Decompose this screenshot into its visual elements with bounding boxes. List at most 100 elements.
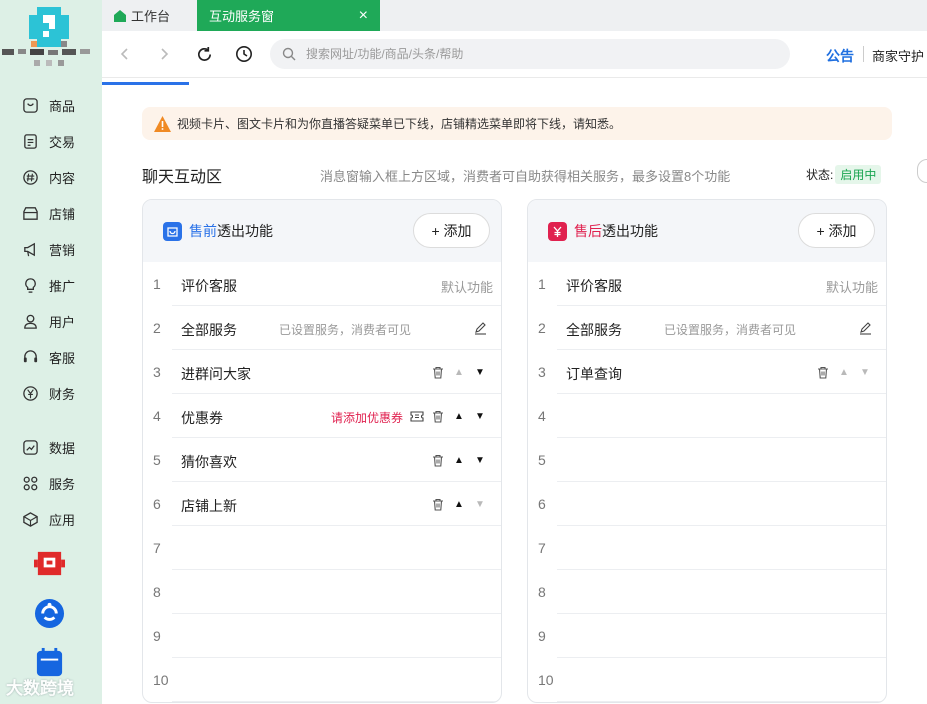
close-icon[interactable]: × bbox=[359, 7, 368, 24]
chevron-left-icon bbox=[120, 48, 128, 60]
row-index: 8 bbox=[538, 584, 546, 600]
sidebar-item-app[interactable]: 应用 bbox=[0, 503, 102, 535]
sidebar-item-data[interactable]: 数据 bbox=[0, 431, 102, 463]
search-bar[interactable] bbox=[270, 39, 790, 69]
function-name: 店铺上新 bbox=[181, 498, 237, 514]
delete-icon[interactable] bbox=[429, 364, 447, 380]
delete-icon[interactable] bbox=[429, 408, 447, 424]
move-up-icon[interactable]: ▲ bbox=[450, 408, 468, 424]
search-input[interactable] bbox=[306, 47, 746, 61]
refresh-button[interactable] bbox=[191, 41, 217, 67]
sidebar-item-promotion[interactable]: 推广 bbox=[0, 269, 102, 301]
list-item: 6 bbox=[528, 482, 886, 526]
active-underline bbox=[102, 82, 189, 85]
list-item: 3 进群问大家 ▲ ▼ bbox=[143, 350, 501, 394]
row-index: 4 bbox=[538, 408, 546, 424]
toggle-switch[interactable] bbox=[917, 159, 927, 183]
title-rest: 透出功能 bbox=[602, 223, 658, 239]
home-icon bbox=[114, 9, 126, 22]
function-name: 全部服务 bbox=[181, 322, 237, 338]
list-item: 10 bbox=[528, 658, 886, 702]
delete-icon[interactable] bbox=[814, 364, 832, 380]
presale-panel-header: 售前透出功能 + 添加 bbox=[143, 200, 501, 262]
sidebar-item-service[interactable]: 服务 bbox=[0, 467, 102, 499]
sidebar-item-label: 服务 bbox=[49, 476, 76, 492]
marketing-icon bbox=[24, 242, 35, 256]
content-icon bbox=[23, 169, 38, 185]
list-item: 7 bbox=[143, 526, 501, 570]
presale-bag-icon bbox=[163, 221, 182, 241]
list-item: 5 猜你喜欢 ▲ ▼ bbox=[143, 438, 501, 482]
move-up-icon[interactable]: ▲ bbox=[450, 496, 468, 512]
function-name: 订单查询 bbox=[566, 366, 622, 382]
row-actions: ▲ ▼ bbox=[426, 496, 489, 512]
move-down-icon[interactable]: ▼ bbox=[471, 408, 489, 424]
function-name: 评价客服 bbox=[566, 278, 622, 294]
sidebar-item-label: 客服 bbox=[49, 350, 76, 366]
sidebar-item-product[interactable]: 商品 bbox=[0, 89, 102, 121]
sidebar-item-label: 数据 bbox=[49, 440, 76, 456]
shop-icon bbox=[23, 206, 38, 220]
move-down-icon[interactable]: ▼ bbox=[471, 364, 489, 380]
delete-icon[interactable] bbox=[429, 452, 447, 468]
tab-workbench[interactable]: 工作台 bbox=[102, 0, 197, 31]
row-index: 2 bbox=[153, 320, 161, 336]
aftersale-add-button[interactable]: + 添加 bbox=[798, 213, 875, 248]
edit-icon[interactable] bbox=[471, 320, 489, 336]
row-index: 1 bbox=[153, 276, 161, 292]
row-index: 10 bbox=[153, 672, 169, 688]
sidebar-item-trade[interactable]: 交易 bbox=[0, 125, 102, 157]
add-coupon-link[interactable]: 请添加优惠券 bbox=[331, 409, 403, 426]
list-item: 8 bbox=[528, 570, 886, 614]
row-actions bbox=[853, 320, 874, 336]
row-actions: ▲ ▼ bbox=[426, 452, 489, 468]
forward-button[interactable] bbox=[151, 41, 177, 67]
notice-link[interactable]: 公告 bbox=[826, 46, 854, 66]
row-index: 6 bbox=[538, 496, 546, 512]
move-up-icon[interactable]: ▲ bbox=[450, 452, 468, 468]
move-down-icon[interactable]: ▼ bbox=[471, 452, 489, 468]
history-button[interactable] bbox=[231, 41, 257, 67]
edit-icon[interactable] bbox=[856, 320, 874, 336]
pixel-game-app-icon[interactable] bbox=[34, 548, 65, 579]
list-item: 8 bbox=[143, 570, 501, 614]
row-index: 5 bbox=[153, 452, 161, 468]
aftersale-yen-icon bbox=[548, 221, 567, 241]
function-name: 猜你喜欢 bbox=[181, 454, 237, 470]
row-actions: ▲ ▼ bbox=[426, 364, 489, 380]
function-note: 已设置服务，消费者可见 bbox=[279, 323, 412, 337]
presale-list: 1 评价客服 默认功能 2 全部服务 已设置服务，消费者可见 3 进群问大家 ▲ ▼ 4 优惠券 请添加… bbox=[143, 262, 501, 702]
clock-icon bbox=[236, 46, 252, 62]
blue-service-app-icon[interactable] bbox=[34, 598, 65, 629]
row-index: 4 bbox=[153, 408, 161, 424]
coupon-ticket-icon[interactable] bbox=[408, 408, 426, 424]
shop-logo-icon[interactable] bbox=[29, 7, 69, 47]
sidebar-item-shop[interactable]: 店铺 bbox=[0, 197, 102, 229]
back-button[interactable] bbox=[112, 41, 138, 67]
list-item: 7 bbox=[528, 526, 886, 570]
merchant-guard-link[interactable]: 商家守护 bbox=[872, 46, 924, 65]
list-item: 4 优惠券 请添加优惠券 ▲ ▼ bbox=[143, 394, 501, 438]
sidebar-item-user[interactable]: 用户 bbox=[0, 305, 102, 337]
sidebar-item-label: 推广 bbox=[49, 278, 76, 294]
sidebar-item-content[interactable]: 内容 bbox=[0, 161, 102, 193]
tab-interactive-service-window[interactable]: 互动服务窗 × bbox=[197, 0, 380, 31]
row-actions bbox=[468, 320, 489, 336]
sidebar-item-customer-service[interactable]: 客服 bbox=[0, 341, 102, 373]
row-index: 3 bbox=[538, 364, 546, 380]
row-index: 1 bbox=[538, 276, 546, 292]
sidebar-item-marketing[interactable]: 营销 bbox=[0, 233, 102, 265]
sidebar-item-label: 交易 bbox=[49, 134, 76, 150]
row-index: 9 bbox=[538, 628, 546, 644]
sidebar-item-finance[interactable]: 财务 bbox=[0, 377, 102, 409]
presale-add-button[interactable]: + 添加 bbox=[413, 213, 490, 248]
row-divider bbox=[557, 701, 886, 702]
list-item: 3 订单查询 ▲ ▼ bbox=[528, 350, 886, 394]
alert-banner: 视频卡片、图文卡片和为你直播答疑菜单已下线，店铺精选菜单即将下线，请知悉。 bbox=[142, 107, 892, 140]
status-indicator: 状态: 启用中 bbox=[806, 165, 882, 184]
section-title: 聊天互动区 bbox=[142, 169, 223, 186]
finance-icon bbox=[23, 385, 38, 401]
list-item: 2 全部服务 已设置服务，消费者可见 bbox=[528, 306, 886, 350]
function-name: 优惠券 bbox=[181, 410, 223, 426]
delete-icon[interactable] bbox=[429, 496, 447, 512]
